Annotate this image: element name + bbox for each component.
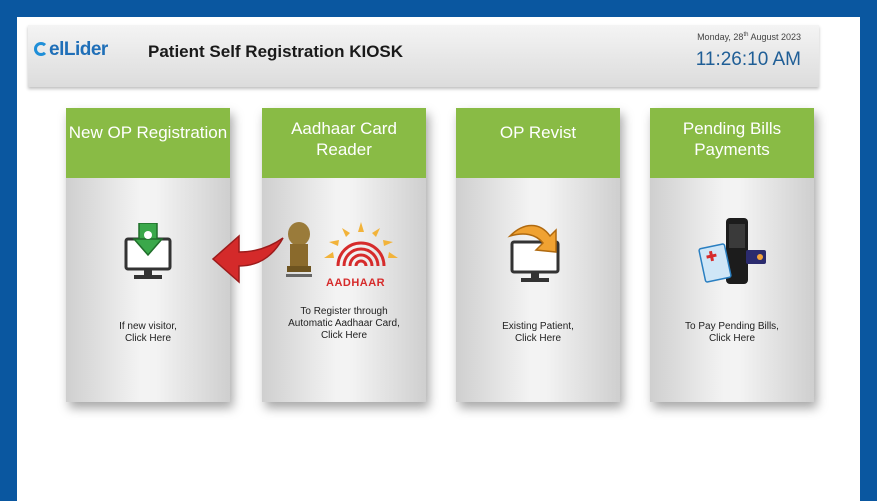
aadhaar-label: AADHAAR: [326, 277, 386, 289]
kiosk-header: elLider Patient Self Registration KIOSK …: [28, 25, 819, 87]
emblem-icon: [286, 222, 312, 277]
op-revisit-card[interactable]: OP Revist Existing Patient, Click Here: [456, 108, 620, 402]
card-title: Aadhaar Card Reader: [262, 108, 426, 178]
brand-logo: elLider: [34, 39, 108, 61]
red-arrow-icon: [211, 234, 284, 284]
aadhaar-card-reader-card[interactable]: Aadhaar Card Reader AADHAAR To Register …: [262, 108, 426, 402]
pending-bills-card[interactable]: Pending Bills Payments To Pay Pending Bi…: [650, 108, 814, 402]
date-label: Monday, 28th August 2023: [697, 32, 801, 42]
card-description: Existing Patient, Click Here: [502, 321, 574, 344]
card-title: OP Revist: [456, 108, 620, 178]
new-op-registration-card[interactable]: New OP Registration If new visitor, Click…: [66, 108, 230, 402]
card-description: To Register through Automatic Aadhaar Car…: [288, 306, 400, 341]
revisit-monitor-icon: [507, 224, 560, 282]
card-description: To Pay Pending Bills, Click Here: [685, 321, 779, 344]
page-title: Patient Self Registration KIOSK: [148, 42, 404, 61]
card-description: If new visitor, Click Here: [119, 321, 177, 344]
card-title: New OP Registration: [66, 108, 230, 178]
card-title: Pending Bills Payments: [650, 108, 814, 178]
payment-terminal-icon: [698, 218, 766, 284]
download-monitor-icon: [124, 223, 172, 279]
clock: 11:26:10 AM: [695, 49, 801, 70]
